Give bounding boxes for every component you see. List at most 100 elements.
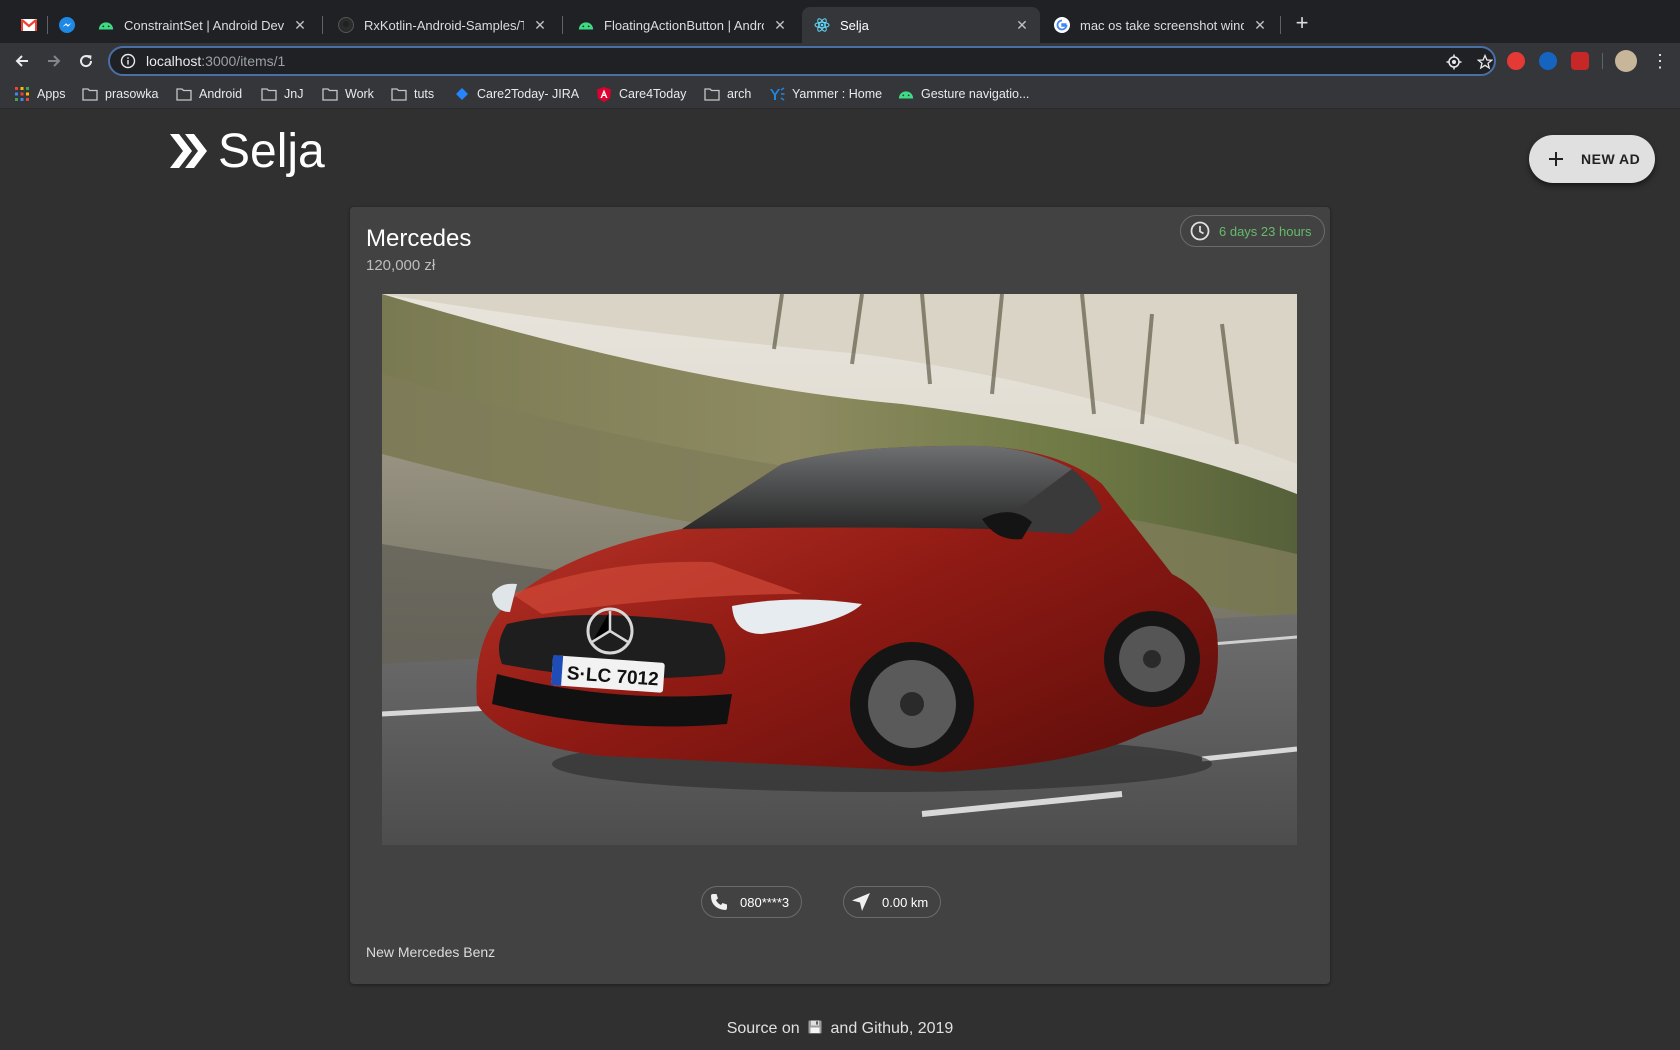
bookmark-care4today[interactable]: Care4Today	[596, 85, 686, 103]
close-tab-icon[interactable]: ✕	[1014, 17, 1030, 33]
back-button[interactable]	[10, 49, 34, 73]
item-photo: S·LC 7012	[382, 294, 1297, 845]
close-tab-icon[interactable]: ✕	[292, 17, 308, 33]
info-icon[interactable]	[120, 53, 136, 69]
menu-dots-icon[interactable]: ⋮	[1651, 51, 1669, 71]
tab-constraintset[interactable]: ConstraintSet | Android Devel ✕	[86, 7, 318, 43]
bookmark-apps[interactable]: Apps	[14, 85, 66, 103]
floppy-disk-icon[interactable]	[808, 1020, 822, 1034]
tab-title: RxKotlin-Android-Samples/Tim	[364, 17, 524, 33]
bookmark-arch[interactable]: arch	[704, 85, 751, 103]
tab-separator	[1280, 16, 1281, 34]
tab-title: Selja	[840, 17, 869, 33]
car-photo-image: S·LC 7012	[382, 294, 1297, 845]
bookmark-label: arch	[727, 87, 752, 101]
bookmark-star-icon[interactable]	[1476, 53, 1494, 71]
bookmark-label: Android	[199, 87, 243, 101]
double-chevron-logo-icon	[170, 134, 207, 168]
tab-messenger[interactable]	[52, 7, 82, 43]
tab-separator	[562, 16, 563, 34]
angular-icon	[596, 86, 612, 102]
phone-text: 080****3	[740, 894, 790, 910]
tab-google-search[interactable]: mac os take screenshot window ✕	[1042, 7, 1278, 43]
avatar[interactable]	[1615, 50, 1637, 72]
footer-github-text: and Github, 2019	[830, 1020, 954, 1037]
close-tab-icon[interactable]: ✕	[532, 17, 548, 33]
tab-gmail[interactable]	[14, 7, 44, 43]
close-tab-icon[interactable]: ✕	[772, 17, 788, 33]
phone-icon	[711, 894, 727, 910]
close-tab-icon[interactable]: ✕	[1252, 17, 1268, 33]
tab-rxkotlin[interactable]: RxKotlin-Android-Samples/Tim ✕	[326, 7, 558, 43]
url-path: :3000/items/1	[201, 53, 286, 69]
bookmark-label: Work	[345, 87, 374, 101]
bookmark-label: prasowka	[105, 87, 159, 101]
react-icon	[814, 17, 830, 33]
folder-icon	[176, 86, 192, 102]
bookmark-label: Care4Today	[619, 87, 687, 101]
tab-separator	[47, 16, 48, 34]
distance-chip[interactable]: 0.00 km	[843, 886, 942, 918]
folder-icon	[322, 86, 338, 102]
tab-title: mac os take screenshot window	[1080, 17, 1244, 33]
bookmark-care2today-jira[interactable]: Care2Today- JIRA	[454, 85, 579, 103]
new-ad-button[interactable]: NEW AD	[1529, 135, 1655, 183]
url-host: localhost	[146, 53, 202, 69]
bookmark-label: Gesture navigatio...	[921, 87, 1030, 101]
tab-separator	[322, 16, 323, 34]
arrow-right-icon	[48, 55, 61, 67]
brand-logo-link[interactable]: Selja	[168, 120, 325, 182]
new-tab-button[interactable]: +	[1290, 12, 1314, 36]
apps-grid-icon	[14, 86, 30, 102]
github-icon	[338, 17, 354, 33]
android-icon	[98, 17, 114, 33]
plus-icon	[1549, 152, 1563, 166]
google-icon	[1054, 17, 1070, 33]
tab-title: ConstraintSet | Android Devel	[124, 17, 284, 33]
android-icon	[578, 17, 594, 33]
bookmark-label: Apps	[37, 87, 66, 101]
android-icon	[898, 86, 914, 102]
footer-source-text: Source on	[726, 1020, 800, 1037]
bookmark-tuts[interactable]: tuts	[391, 85, 434, 103]
bookmark-label: Yammer : Home	[792, 87, 883, 101]
navigation-arrow-icon	[852, 893, 870, 911]
folder-icon	[704, 86, 720, 102]
time-left-chip: 6 days 23 hours	[1180, 215, 1325, 247]
extension-adblock-icon[interactable]	[1507, 52, 1525, 70]
bookmark-jnj[interactable]: JnJ	[261, 85, 303, 103]
tab-floatingactionbutton[interactable]: FloatingActionButton | Androi ✕	[566, 7, 798, 43]
phone-chip[interactable]: 080****3	[701, 886, 803, 918]
bookmark-label: tuts	[414, 87, 435, 101]
folder-icon	[261, 86, 277, 102]
brand-name: Selja	[218, 124, 325, 178]
bookmark-prasowka[interactable]: prasowka	[82, 85, 159, 103]
footer: Source on and Github, 2019	[0, 1020, 1680, 1038]
browser-tab-strip: ConstraintSet | Android Devel ✕ RxKotlin…	[0, 0, 1680, 43]
bookmark-yammer[interactable]: Yammer : Home	[769, 85, 882, 103]
bookmark-gesture-navigation[interactable]: Gesture navigatio...	[898, 85, 1029, 103]
bookmark-android[interactable]: Android	[176, 85, 242, 103]
extension-r-icon[interactable]	[1539, 52, 1557, 70]
item-description: New Mercedes Benz	[366, 944, 496, 960]
messenger-icon	[59, 17, 75, 33]
reload-button[interactable]	[74, 49, 98, 73]
arrow-left-icon	[15, 55, 28, 67]
jira-icon	[454, 86, 470, 102]
new-ad-label: NEW AD	[1581, 151, 1641, 167]
location-target-icon[interactable]	[1445, 53, 1463, 71]
bookmark-label: JnJ	[284, 87, 304, 101]
forward-button[interactable]	[42, 49, 66, 73]
time-left-text: 6 days 23 hours	[1219, 223, 1312, 239]
address-bar[interactable]: localhost:3000/items/1	[108, 46, 1496, 76]
bookmark-work[interactable]: Work	[322, 85, 374, 103]
yammer-icon	[769, 86, 785, 102]
toolbar-divider	[1602, 53, 1603, 69]
gmail-icon	[21, 17, 37, 33]
reload-icon	[80, 55, 93, 68]
clock-icon	[1190, 221, 1210, 241]
url-text: localhost:3000/items/1	[146, 53, 285, 69]
bookmark-label: Care2Today- JIRA	[477, 87, 580, 101]
extension-red-icon[interactable]	[1571, 52, 1589, 70]
tab-selja[interactable]: Selja ✕	[802, 7, 1040, 43]
